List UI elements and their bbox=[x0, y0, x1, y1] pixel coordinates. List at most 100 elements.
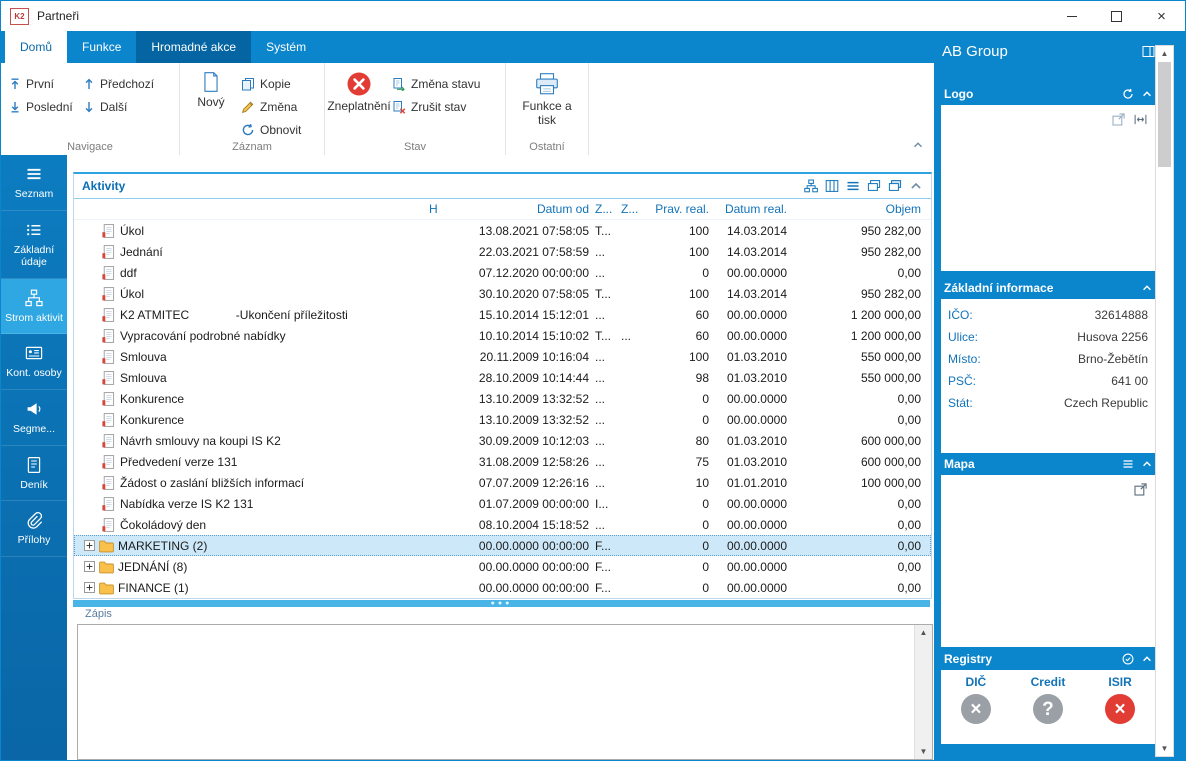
ribbon-button-kopie[interactable]: Kopie bbox=[241, 72, 301, 95]
ribbon-tab-dom[interactable]: Domů bbox=[5, 31, 67, 63]
registry-section-header[interactable]: Registry bbox=[941, 648, 1155, 672]
cell-prav_real: 60 bbox=[642, 308, 712, 322]
ribbon-button-prvn[interactable]: První bbox=[6, 72, 78, 95]
table-row[interactable]: MARKETING (2)00.00.0000 00:00:00F...000.… bbox=[74, 535, 931, 556]
check-badge-w-icon[interactable] bbox=[1122, 653, 1134, 665]
scroll-down-icon[interactable]: ▼ bbox=[915, 747, 932, 756]
chevron-up-w-icon[interactable] bbox=[1141, 282, 1153, 294]
table-row[interactable]: Návrh smlouvy na koupi IS K230.09.2009 1… bbox=[74, 430, 931, 451]
ribbon-button-p-edchoz[interactable]: Předchozí bbox=[80, 72, 164, 95]
chevron-up-w-icon[interactable] bbox=[1141, 653, 1153, 665]
table-row[interactable]: Smlouva20.11.2009 10:16:04...10001.03.20… bbox=[74, 346, 931, 367]
table-row[interactable]: K2 ATMITEC -Ukončení příležitosti15.10.2… bbox=[74, 304, 931, 325]
registry-item-isir[interactable]: ISIR× bbox=[1105, 675, 1135, 724]
info-section-header[interactable]: Základní informace bbox=[941, 277, 1155, 301]
ribbon-button-zm-na-stavu[interactable]: Změna stavu bbox=[392, 72, 480, 95]
bring-front-icon[interactable] bbox=[888, 179, 902, 193]
menu-w-icon[interactable] bbox=[1122, 458, 1134, 470]
chevron-up-icon[interactable] bbox=[909, 179, 923, 193]
close-button[interactable]: × bbox=[1139, 1, 1184, 31]
scroll-up-icon[interactable]: ▲ bbox=[1156, 49, 1173, 58]
table-row[interactable]: FINANCE (1)00.00.0000 00:00:00F...000.00… bbox=[74, 577, 931, 598]
circle-question-gray-icon[interactable]: ? bbox=[1033, 694, 1063, 724]
fit-w-icon[interactable] bbox=[1134, 113, 1147, 126]
ribbon-button-obnovit[interactable]: Obnovit bbox=[241, 118, 301, 141]
table-row[interactable]: Úkol13.08.2021 07:58:05T...10014.03.2014… bbox=[74, 220, 931, 241]
minimize-button[interactable] bbox=[1049, 1, 1094, 31]
table-row[interactable]: Čokoládový den08.10.2004 15:18:52...000.… bbox=[74, 514, 931, 535]
column-header-datum_real[interactable]: Datum real. bbox=[712, 202, 790, 216]
group-label-zaznam: Záznam bbox=[180, 141, 324, 153]
column-header-datum_od[interactable]: Datum od bbox=[448, 202, 592, 216]
copy-icon bbox=[241, 77, 255, 91]
new-button[interactable]: Nový bbox=[185, 68, 237, 141]
functions-print-button[interactable]: Funkce a tisk bbox=[518, 68, 576, 128]
paperclip-icon bbox=[25, 511, 43, 529]
ribbon-tab-syst-m[interactable]: Systém bbox=[251, 31, 321, 63]
ribbon-button-zm-na[interactable]: Změna bbox=[241, 95, 301, 118]
ribbon-collapse-button[interactable] bbox=[912, 139, 924, 151]
scroll-down-icon[interactable]: ▼ bbox=[1156, 744, 1173, 753]
sidebar-item-strom-aktivit[interactable]: Strom aktivit bbox=[1, 279, 67, 335]
invalidate-button[interactable]: Zneplatnění bbox=[330, 68, 388, 118]
table-row[interactable]: Konkurence13.10.2009 13:32:52...000.00.0… bbox=[74, 388, 931, 409]
open-ext-g-icon[interactable] bbox=[1112, 113, 1125, 126]
sidebar-item-den-k[interactable]: Deník bbox=[1, 446, 67, 502]
table-row[interactable]: ddf07.12.2020 00:00:00...000.00.00000,00 bbox=[74, 262, 931, 283]
scroll-thumb[interactable] bbox=[1158, 62, 1171, 167]
logo-section-header[interactable]: Logo bbox=[941, 83, 1155, 107]
map-section-header[interactable]: Mapa bbox=[941, 453, 1155, 477]
table-row[interactable]: Žádost o zaslání bližších informací07.07… bbox=[74, 472, 931, 493]
table-row[interactable]: Jednání22.03.2021 07:58:59...10014.03.20… bbox=[74, 241, 931, 262]
table-row[interactable]: Smlouva28.10.2009 10:14:44...9801.03.201… bbox=[74, 367, 931, 388]
expand-plus-icon[interactable] bbox=[84, 561, 95, 572]
column-header-objem[interactable]: Objem bbox=[790, 202, 931, 216]
table-row[interactable]: Předvedení verze 13131.08.2009 12:58:26.… bbox=[74, 451, 931, 472]
registry-item-credit[interactable]: Credit? bbox=[1031, 675, 1066, 724]
ribbon-button-zru-it-stav[interactable]: Zrušit stav bbox=[392, 95, 480, 118]
ribbon-tab-funkce[interactable]: Funkce bbox=[67, 31, 136, 63]
chevron-up-w-icon[interactable] bbox=[1141, 458, 1153, 470]
registry-item-di[interactable]: DIČ× bbox=[961, 675, 991, 724]
column-header-z1[interactable]: Z... bbox=[592, 202, 618, 216]
partner-scrollbar[interactable]: ▲ ▼ bbox=[1155, 45, 1174, 757]
expand-plus-icon[interactable] bbox=[84, 582, 95, 593]
circle-x-red-icon[interactable]: × bbox=[1105, 694, 1135, 724]
zapis-textarea[interactable]: ▲ ▼ bbox=[77, 624, 933, 760]
cell-objem: 550 000,00 bbox=[790, 350, 931, 364]
sidebar-item-seznam[interactable]: Seznam bbox=[1, 155, 67, 211]
sidebar-item-p-lohy[interactable]: Přílohy bbox=[1, 501, 67, 557]
column-header-prav_real[interactable]: Prav. real. bbox=[642, 202, 712, 216]
circle-x-gray-icon[interactable]: × bbox=[961, 694, 991, 724]
table-row[interactable]: Nabídka verze IS K2 13101.07.2009 00:00:… bbox=[74, 493, 931, 514]
refresh-w-icon[interactable] bbox=[1122, 88, 1134, 100]
zapis-scrollbar[interactable]: ▲ ▼ bbox=[914, 625, 932, 759]
column-header-z2[interactable]: Z... bbox=[618, 202, 642, 216]
card-icon bbox=[25, 344, 43, 362]
activities-panel: Aktivity HDatum odZ...Z...Prav. real.Dat… bbox=[73, 172, 932, 599]
sidebar-item-segme[interactable]: Segme... bbox=[1, 390, 67, 446]
maximize-button[interactable] bbox=[1094, 1, 1139, 31]
chevron-up-w-icon[interactable] bbox=[1141, 88, 1153, 100]
horizontal-splitter[interactable]: ●●● bbox=[73, 600, 930, 607]
ribbon-tab-hromadn-akce[interactable]: Hromadné akce bbox=[136, 31, 251, 63]
scroll-up-icon[interactable]: ▲ bbox=[915, 628, 932, 637]
table-row[interactable]: Konkurence13.10.2009 13:32:52...000.00.0… bbox=[74, 409, 931, 430]
columns-icon[interactable] bbox=[825, 179, 839, 193]
column-header-h[interactable]: H bbox=[426, 202, 448, 216]
table-row[interactable]: JEDNÁNÍ (8)00.00.0000 00:00:00F...000.00… bbox=[74, 556, 931, 577]
table-row[interactable]: Úkol30.10.2020 07:58:05T...10014.03.2014… bbox=[74, 283, 931, 304]
ribbon-button-dal[interactable]: Další bbox=[80, 95, 164, 118]
sidebar-item-z-kladn-daje[interactable]: Základní údaje bbox=[1, 211, 67, 279]
org-chart-icon[interactable] bbox=[804, 179, 818, 193]
panel-expand-icon[interactable] bbox=[1142, 45, 1155, 58]
open-ext-d-icon[interactable] bbox=[1134, 483, 1147, 496]
document-icon bbox=[101, 455, 116, 469]
rows-icon[interactable] bbox=[846, 179, 860, 193]
sidebar-item-kont-osoby[interactable]: Kont. osoby bbox=[1, 334, 67, 390]
expand-plus-icon[interactable] bbox=[84, 540, 95, 551]
table-row[interactable]: Vypracování podrobné nabídky10.10.2014 1… bbox=[74, 325, 931, 346]
cell-z1: ... bbox=[592, 455, 618, 469]
cascade-icon[interactable] bbox=[867, 179, 881, 193]
ribbon-button-posledn[interactable]: Poslední bbox=[6, 95, 78, 118]
